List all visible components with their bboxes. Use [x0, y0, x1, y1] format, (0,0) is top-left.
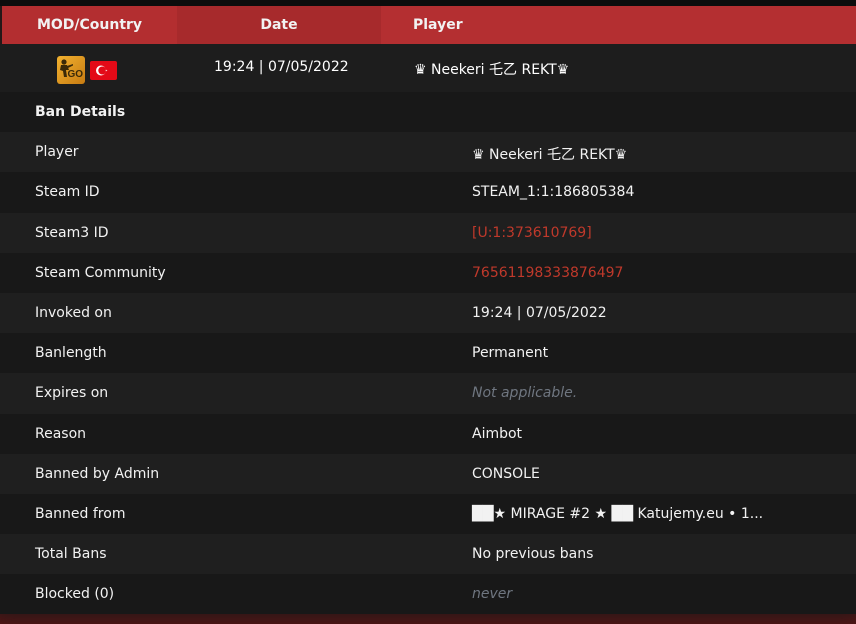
detail-value: Not applicable.: [472, 385, 578, 402]
ban-details-title: Ban Details: [35, 104, 126, 120]
summary-player: ♛ Neekeri 乇乙 REKT♛: [414, 62, 570, 78]
table-header: MOD/Country Date Player: [2, 6, 856, 44]
header-date[interactable]: Date: [177, 6, 381, 44]
csgo-icon-text: GO: [67, 69, 83, 80]
detail-row-steam-id: Steam ID STEAM_1:1:186805384: [0, 172, 856, 213]
turkey-flag-icon: [90, 60, 117, 80]
ban-summary-row[interactable]: GO 19:24 | 07/05/2022 ♛ Neekeri 乇乙 REKT♛: [0, 44, 856, 92]
detail-row-expires-on: Expires on Not applicable.: [0, 373, 856, 414]
detail-row-blocked: Blocked (0) never: [0, 574, 856, 615]
detail-label: Steam ID: [35, 184, 100, 201]
detail-label: Banned by Admin: [35, 465, 160, 482]
detail-row-banned-from: Banned from ██★ MIRAGE #2 ★ ██ Katujemy.…: [0, 493, 856, 535]
steam-community-link[interactable]: 76561198333876497: [472, 265, 623, 281]
detail-row-banned-by-admin: Banned by Admin CONSOLE: [0, 453, 856, 494]
header-mod-country[interactable]: MOD/Country: [2, 6, 177, 44]
detail-row-player: Player ♛ Neekeri 乇乙 REKT♛: [0, 132, 856, 173]
detail-value: CONSOLE: [472, 465, 540, 482]
detail-value: No previous bans: [472, 546, 594, 563]
detail-value: Aimbot: [472, 425, 523, 442]
csgo-mod-icon: GO: [57, 56, 85, 84]
detail-value: ██★ MIRAGE #2 ★ ██ Katujemy.eu • 1...: [472, 505, 764, 522]
ban-panel: MOD/Country Date Player GO 19:24 | 07/05…: [0, 0, 856, 624]
detail-row-total-bans: Total Bans No previous bans: [0, 534, 856, 575]
steam3-id-link[interactable]: [U:1:373610769]: [472, 225, 592, 241]
detail-value: 19:24 | 07/05/2022: [472, 304, 607, 321]
detail-value: Permanent: [472, 345, 549, 362]
detail-value: never: [472, 586, 513, 603]
ban-details-title-row: Ban Details: [0, 92, 856, 133]
detail-value: STEAM_1:1:186805384: [472, 184, 635, 201]
detail-value: ♛ Neekeri 乇乙 REKT♛: [472, 147, 628, 164]
detail-row-reason: Reason Aimbot: [0, 413, 856, 454]
header-player[interactable]: Player: [381, 6, 856, 44]
ban-details-table: Ban Details Player ♛ Neekeri 乇乙 REKT♛ St…: [0, 92, 856, 615]
detail-row-steam-community: Steam Community 76561198333876497: [0, 252, 856, 293]
detail-label: Expires on: [35, 385, 109, 402]
blocked-toggle[interactable]: Blocked (0): [35, 586, 114, 602]
detail-label: Banlength: [35, 345, 107, 362]
detail-row-banlength: Banlength Permanent: [0, 333, 856, 374]
summary-date: 19:24 | 07/05/2022: [214, 59, 349, 75]
detail-label: Total Bans: [35, 546, 107, 563]
detail-label: Steam3 ID: [35, 224, 109, 241]
detail-row-invoked-on: Invoked on 19:24 | 07/05/2022: [0, 292, 856, 334]
mod-country-icons: GO: [57, 56, 117, 84]
detail-label: Steam Community: [35, 264, 166, 281]
detail-label: Invoked on: [35, 304, 112, 321]
detail-label: Reason: [35, 425, 87, 442]
detail-row-steam3-id: Steam3 ID [U:1:373610769]: [0, 212, 856, 253]
detail-label: Player: [35, 144, 79, 161]
detail-label: Banned from: [35, 505, 126, 522]
